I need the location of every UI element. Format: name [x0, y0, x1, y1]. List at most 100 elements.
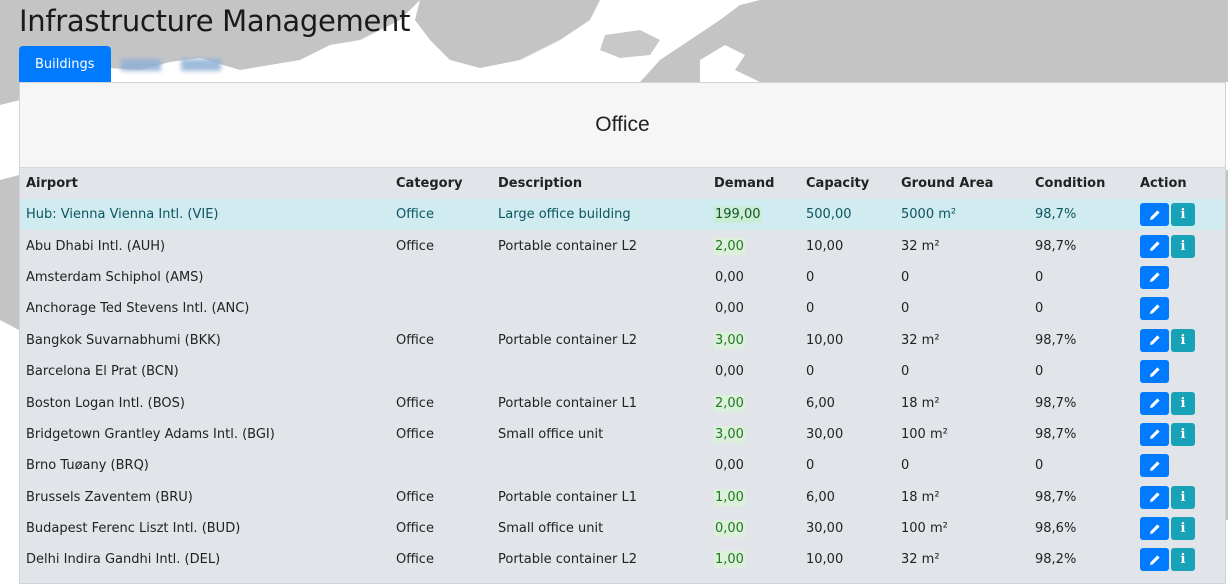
column-header-description: Description: [498, 176, 583, 191]
cell-category: Office: [396, 395, 434, 411]
cell-condition: 0: [1035, 269, 1044, 285]
cell-demand: 0,00: [708, 450, 800, 481]
cell-demand: 0,00: [708, 513, 800, 544]
info-button[interactable]: i: [1171, 203, 1195, 227]
table-row: Boston Logan Intl. (BOS) Office Portable c…: [20, 387, 1225, 418]
cell-airport: Brno Tuøany (BRQ): [26, 458, 149, 474]
info-icon: i: [1180, 395, 1186, 411]
page-title: Infrastructure Management: [19, 4, 411, 38]
cell-category: Office: [390, 199, 492, 231]
cell-description: [492, 356, 708, 387]
info-icon: i: [1180, 489, 1186, 505]
cell-description: [492, 262, 708, 293]
info-button[interactable]: i: [1171, 328, 1195, 352]
demand-value: 2,00: [714, 394, 745, 412]
cell-capacity: 0: [806, 458, 815, 474]
cell-condition: 0: [1035, 301, 1044, 317]
cell-description: Portable container L1: [498, 489, 637, 505]
info-button[interactable]: i: [1171, 485, 1195, 509]
demand-value: 0,00: [715, 301, 744, 317]
pencil-icon: [1149, 461, 1160, 471]
cell-condition: 0: [1035, 458, 1044, 474]
cell-ground-area: 5000 m²: [895, 199, 1029, 231]
cell-ground-area: 32 m²: [901, 552, 940, 568]
cell-condition: 98,7%: [1035, 395, 1077, 411]
cell-category: Office: [396, 426, 434, 442]
cell-demand: 0,00: [708, 356, 800, 387]
buildings-table: Airport Category Description Demand Capa…: [20, 168, 1225, 576]
cell-description: Portable container L2: [498, 238, 637, 254]
cell-action: [1134, 450, 1225, 481]
cell-demand: 199,00: [708, 199, 800, 231]
edit-button[interactable]: [1140, 517, 1169, 541]
table-row: Abu Dhabi Intl. (AUH) Office Portable cont…: [20, 230, 1225, 261]
tab-buildings[interactable]: Buildings: [19, 46, 111, 83]
cell-capacity: 0: [806, 269, 815, 285]
edit-button[interactable]: [1140, 485, 1169, 509]
edit-button[interactable]: [1140, 328, 1169, 352]
demand-value: 0,00: [715, 458, 744, 474]
cell-demand: 1,00: [708, 482, 800, 513]
tab-blurred-1[interactable]: [111, 46, 171, 83]
info-button[interactable]: i: [1171, 548, 1195, 572]
cell-category: [390, 450, 492, 481]
cell-airport: Boston Logan Intl. (BOS): [26, 395, 185, 411]
cell-condition: 98,7%: [1035, 332, 1077, 348]
info-icon: i: [1180, 552, 1186, 568]
cell-category: [390, 356, 492, 387]
tab-blurred-2[interactable]: [171, 46, 231, 83]
info-button[interactable]: i: [1171, 234, 1195, 258]
cell-category: [390, 293, 492, 324]
column-header-demand: Demand: [714, 176, 775, 191]
cell-ground-area: 0: [901, 458, 910, 474]
cell-description: Small office unit: [498, 426, 604, 442]
edit-button[interactable]: [1140, 454, 1169, 478]
cell-category: [390, 262, 492, 293]
cell-airport: Amsterdam Schiphol (AMS): [26, 269, 204, 285]
cell-demand: 3,00: [708, 419, 800, 450]
cell-description: Portable container L2: [498, 552, 637, 568]
edit-button[interactable]: [1140, 360, 1169, 384]
cell-airport: Hub: Vienna Vienna Intl. (VIE): [20, 199, 390, 231]
edit-button[interactable]: [1140, 234, 1169, 258]
cell-capacity: 0: [806, 364, 815, 380]
pencil-icon: [1149, 241, 1160, 252]
cell-category: Office: [396, 489, 434, 505]
info-icon: i: [1180, 521, 1186, 537]
table-row: Hub: Vienna Vienna Intl. (VIE) Office Larg…: [20, 199, 1225, 231]
panel-title: Office: [20, 83, 1225, 168]
pencil-icon: [1149, 555, 1160, 565]
cell-demand: 2,00: [708, 230, 800, 261]
cell-ground-area: 100 m²: [901, 426, 948, 442]
cell-action: i: [1134, 482, 1225, 513]
table-row: Brno Tuøany (BRQ) 0,00 0 0 0: [20, 450, 1225, 481]
pencil-icon: [1149, 523, 1160, 534]
column-header-condition: Condition: [1035, 176, 1106, 191]
column-header-capacity: Capacity: [806, 176, 870, 191]
info-icon: i: [1180, 238, 1186, 254]
edit-button[interactable]: [1140, 548, 1169, 572]
cell-action: i: [1134, 325, 1225, 356]
info-button[interactable]: i: [1171, 391, 1195, 415]
cell-demand: 0,00: [708, 262, 800, 293]
cell-airport: Bangkok Suvarnabhumi (BKK): [26, 332, 221, 348]
demand-value: 0,00: [715, 269, 744, 285]
info-button[interactable]: i: [1171, 517, 1195, 541]
demand-value: 2,00: [714, 237, 745, 255]
edit-button[interactable]: [1140, 422, 1169, 446]
cell-description: [492, 293, 708, 324]
table-row: Bridgetown Grantley Adams Intl. (BGI) Off…: [20, 419, 1225, 450]
info-icon: i: [1180, 207, 1186, 223]
edit-button[interactable]: [1140, 391, 1169, 415]
cell-airport: Budapest Ferenc Liszt Intl. (BUD): [26, 521, 241, 537]
edit-button[interactable]: [1140, 265, 1169, 289]
blurred-tab-label: [120, 58, 161, 71]
demand-value: 3,00: [714, 425, 745, 443]
cell-capacity: 6,00: [806, 489, 835, 505]
cell-airport: Bridgetown Grantley Adams Intl. (BGI): [26, 426, 275, 442]
edit-button[interactable]: [1140, 297, 1169, 321]
cell-action: i: [1134, 513, 1225, 544]
info-button[interactable]: i: [1171, 422, 1195, 446]
column-header-action: Action: [1140, 176, 1187, 191]
edit-button[interactable]: [1140, 203, 1169, 227]
